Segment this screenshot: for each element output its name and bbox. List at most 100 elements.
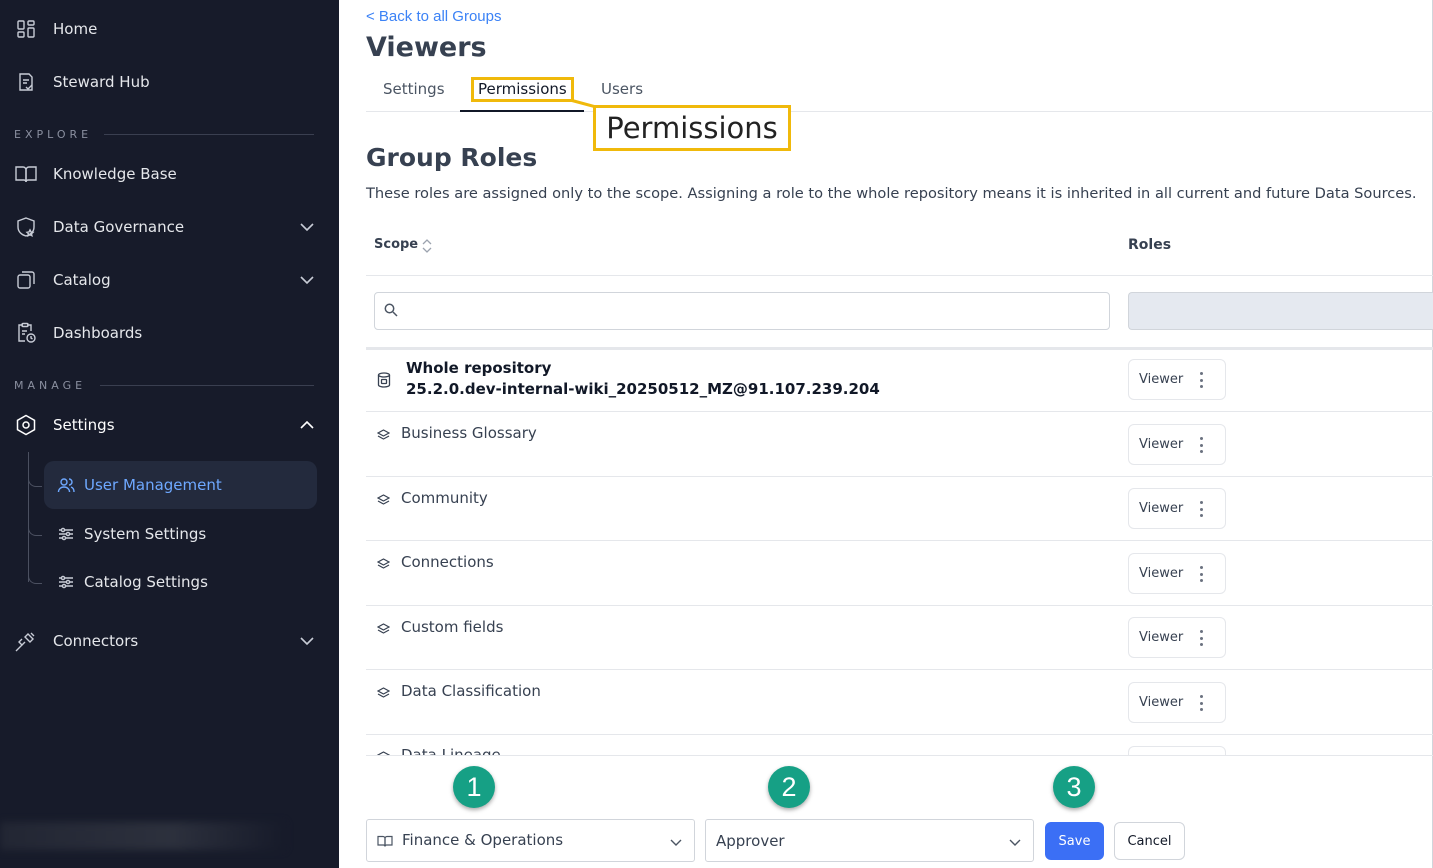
sidebar-item-user-management[interactable]: User Management: [44, 461, 317, 509]
sidebar-sub-label: User Management: [84, 476, 222, 494]
tree-line: [28, 452, 42, 582]
search-icon: [384, 303, 398, 322]
chevron-down-icon[interactable]: [299, 633, 315, 649]
more-vertical-icon[interactable]: [1199, 437, 1203, 453]
role-label: Viewer: [1139, 566, 1184, 581]
active-tab-indicator: [460, 110, 584, 112]
role-label: Viewer: [1139, 501, 1184, 516]
sidebar-item-catalog-settings[interactable]: Catalog Settings: [44, 558, 317, 606]
plug-icon: [15, 630, 37, 652]
scope-name: Custom fields: [401, 618, 504, 636]
roles-filter-input[interactable]: [1128, 292, 1433, 330]
sidebar-sub-label: Catalog Settings: [84, 573, 208, 591]
section-label-explore: EXPLORE: [14, 128, 93, 141]
role-button[interactable]: Viewer: [1128, 746, 1226, 755]
chevron-down-icon[interactable]: [299, 219, 315, 235]
divider: [104, 134, 314, 135]
sliders-icon: [57, 525, 75, 543]
sidebar-sub-label: System Settings: [84, 525, 207, 543]
step-badge-1: 1: [453, 766, 495, 808]
sidebar-item-steward-hub[interactable]: Steward Hub: [0, 62, 339, 102]
section-label-manage: MANAGE: [14, 379, 87, 392]
clipboard-clock-icon: [15, 322, 37, 344]
sidebar-item-label: Steward Hub: [53, 73, 150, 91]
group-roles-description: These roles are assigned only to the sco…: [366, 185, 1417, 202]
row-divider: [366, 347, 1433, 350]
chevron-down-icon[interactable]: [299, 272, 315, 288]
tree-branch: [28, 574, 42, 584]
more-vertical-icon[interactable]: [1199, 695, 1203, 711]
role-select[interactable]: Approver: [705, 819, 1034, 862]
step-badge-2: 2: [768, 766, 810, 808]
scope-name: Data Lineage: [401, 746, 501, 755]
sidebar-item-data-governance[interactable]: Data Governance: [0, 207, 339, 247]
more-vertical-icon[interactable]: [1199, 372, 1203, 388]
role-button[interactable]: Viewer: [1128, 488, 1226, 529]
sliders-icon: [57, 573, 75, 591]
role-label: Viewer: [1139, 695, 1184, 710]
scope-name: Business Glossary: [401, 424, 537, 442]
main-content: < Back to all Groups Viewers Settings Pe…: [339, 0, 1433, 868]
cancel-button[interactable]: Cancel: [1114, 822, 1185, 860]
step-badge-3: 3: [1053, 766, 1095, 808]
role-button[interactable]: Viewer: [1128, 424, 1226, 465]
scope-search-input[interactable]: [374, 292, 1110, 330]
more-vertical-icon[interactable]: [1199, 501, 1203, 517]
role-button[interactable]: Viewer: [1128, 553, 1226, 594]
role-label: Viewer: [1139, 437, 1184, 452]
sidebar-item-system-settings[interactable]: System Settings: [44, 510, 317, 558]
scope-name: Connections: [401, 553, 494, 571]
sidebar-item-connectors[interactable]: Connectors: [0, 621, 339, 661]
role-button[interactable]: Viewer: [1128, 682, 1226, 723]
table-row: Data Lineage Viewer: [339, 735, 1433, 755]
sort-icon[interactable]: [422, 239, 432, 258]
sidebar-item-label: Connectors: [53, 632, 139, 650]
repository-subtitle: 25.2.0.dev-internal-wiki_20250512_MZ@91.…: [406, 380, 880, 398]
sidebar-item-label: Knowledge Base: [53, 165, 177, 183]
highlight-box: [471, 77, 574, 102]
row-divider: [366, 605, 1433, 606]
role-button[interactable]: Viewer: [1128, 617, 1226, 658]
callout-permissions: Permissions: [593, 105, 791, 151]
document-check-icon: [15, 71, 37, 93]
sidebar-item-home[interactable]: Home: [0, 9, 339, 49]
layers-icon: [376, 493, 391, 511]
database-icon: [377, 372, 391, 393]
tab-settings[interactable]: Settings: [383, 80, 445, 98]
footer-divider: [366, 755, 1433, 756]
blurred-user-info: [0, 822, 285, 850]
sidebar-item-settings[interactable]: Settings: [0, 405, 339, 445]
sidebar-item-label: Home: [53, 20, 98, 38]
layers-icon: [376, 557, 391, 575]
row-divider: [366, 669, 1433, 670]
role-button[interactable]: Viewer: [1128, 359, 1226, 400]
layers-icon: [376, 622, 391, 640]
copy-icon: [15, 269, 37, 291]
back-to-groups-link[interactable]: < Back to all Groups: [366, 8, 501, 25]
users-icon: [57, 476, 75, 494]
column-header-scope[interactable]: Scope: [374, 237, 418, 252]
row-divider: [366, 411, 1433, 412]
scope-name: Data Classification: [401, 682, 541, 700]
chevron-down-icon: [1009, 835, 1021, 853]
row-divider: [366, 540, 1433, 541]
more-vertical-icon[interactable]: [1199, 566, 1203, 582]
shield-star-icon: [15, 216, 37, 238]
more-vertical-icon[interactable]: [1199, 630, 1203, 646]
column-header-roles: Roles: [1128, 237, 1172, 253]
sidebar-item-knowledge-base[interactable]: Knowledge Base: [0, 154, 339, 194]
sidebar-item-label: Data Governance: [53, 218, 185, 236]
sidebar: Home Steward Hub EXPLORE Knowledge Base …: [0, 0, 339, 868]
role-label: Viewer: [1139, 372, 1184, 387]
book-icon: [377, 835, 393, 853]
sidebar-item-catalog[interactable]: Catalog: [0, 260, 339, 300]
sidebar-item-dashboards[interactable]: Dashboards: [0, 313, 339, 353]
row-divider: [366, 476, 1433, 477]
tab-users[interactable]: Users: [601, 80, 643, 98]
page-title: Viewers: [366, 32, 487, 63]
save-button[interactable]: Save: [1045, 822, 1104, 860]
scope-select[interactable]: Finance & Operations: [366, 819, 695, 862]
repository-title: Whole repository: [406, 359, 552, 377]
hexagon-cog-icon: [15, 414, 37, 436]
chevron-up-icon[interactable]: [299, 417, 315, 433]
